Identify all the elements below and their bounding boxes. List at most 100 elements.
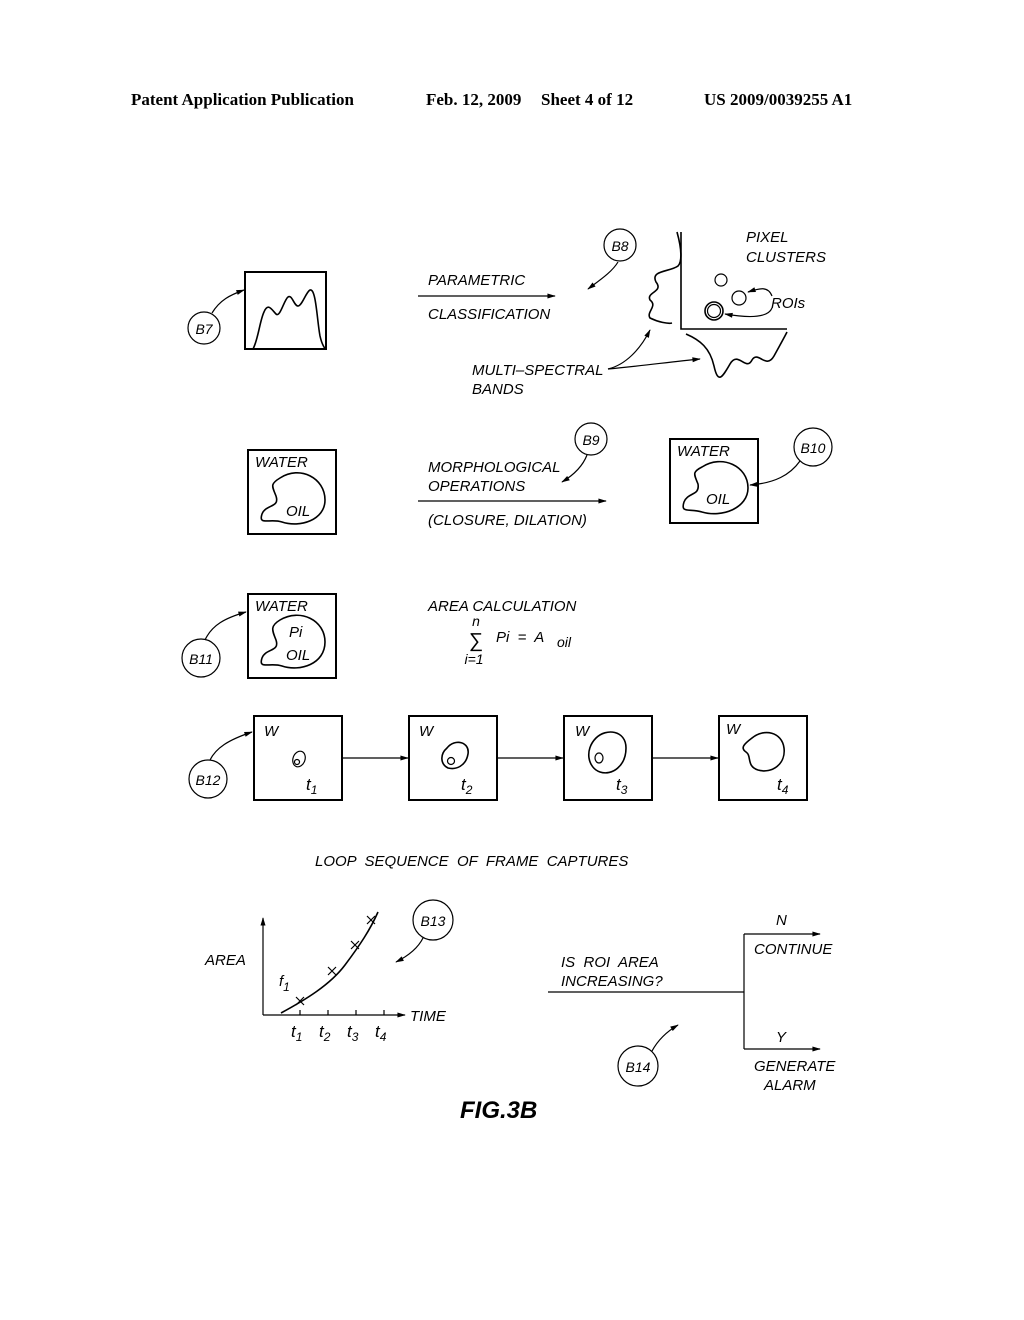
oil-spot-core bbox=[594, 752, 604, 764]
callout-b14: B14 bbox=[626, 1059, 651, 1075]
leader-arrow-b13 bbox=[395, 937, 424, 963]
histogram-curve bbox=[252, 289, 327, 350]
step-b13: AREA TIME f1 t1 t2 t3 t4 B13 bbox=[204, 899, 454, 1044]
rois-label: ROIs bbox=[771, 295, 806, 312]
callout-b11: B11 bbox=[189, 651, 213, 667]
frame-t4: W t4 bbox=[718, 715, 808, 801]
frame-time-label: t3 bbox=[616, 775, 628, 797]
sum-lower-limit: i=1 bbox=[464, 651, 483, 667]
leader-arrow-b14 bbox=[651, 1024, 679, 1052]
classification-label: CLASSIFICATION bbox=[428, 306, 550, 323]
oil-label: OIL bbox=[286, 503, 310, 520]
multispectral-label: MULTI–SPECTRAL bbox=[472, 362, 603, 379]
tick-label-t3: t3 bbox=[347, 1022, 359, 1044]
t-subscript: 3 bbox=[621, 783, 628, 797]
vertical-spectral-band bbox=[648, 231, 682, 325]
x-axis-label: TIME bbox=[410, 1008, 447, 1025]
step-b12: B12 W t1 W t2 W t3 W t4 LOOP SEQUENCE OF… bbox=[188, 715, 808, 870]
summation-symbol: ∑ bbox=[469, 630, 483, 652]
callout-b13: B13 bbox=[421, 913, 446, 929]
figure-label: FIG.3B bbox=[460, 1097, 537, 1124]
frame-t2: W t2 bbox=[408, 715, 498, 801]
band-arrow-vertical bbox=[607, 329, 651, 370]
yes-label: Y bbox=[776, 1029, 787, 1046]
curve-label: f1 bbox=[279, 973, 290, 994]
sample-marker bbox=[327, 966, 337, 976]
callout-b9: B9 bbox=[582, 432, 599, 448]
leader-arrow-b9 bbox=[561, 454, 588, 483]
frame-time-label: t2 bbox=[461, 775, 473, 797]
frame-t3: W t3 bbox=[563, 715, 653, 801]
frame-time-label: t4 bbox=[777, 775, 789, 797]
leader-arrow-b7 bbox=[211, 289, 245, 314]
parametric-label: PARAMETRIC bbox=[428, 272, 525, 289]
water-label-processed: WATER bbox=[677, 443, 730, 460]
pixel-label: PIXEL bbox=[746, 229, 789, 246]
t-subscript: 1 bbox=[296, 1030, 303, 1044]
step-b9: WATER OIL B9 MORPHOLOGICAL OPERATIONS (C… bbox=[247, 422, 608, 535]
step-b14: IS ROI AREA INCREASING? N CONTINUE Y GEN… bbox=[548, 912, 836, 1094]
clusters-label: CLUSTERS bbox=[746, 249, 826, 266]
water-label-area: WATER bbox=[255, 598, 308, 615]
oil-spot-core bbox=[446, 756, 456, 766]
sum-upper-limit: n bbox=[472, 613, 480, 629]
callout-b7: B7 bbox=[195, 321, 213, 337]
t-subscript: 2 bbox=[323, 1030, 331, 1044]
step-b10: WATER OIL B10 bbox=[669, 427, 833, 524]
continue-label: CONTINUE bbox=[754, 941, 833, 958]
t-subscript: 4 bbox=[380, 1030, 387, 1044]
step-b7: B7 PARAMETRIC CLASSIFICATION bbox=[187, 271, 556, 350]
oil-spot bbox=[742, 731, 785, 772]
frame-water-label: W bbox=[264, 723, 280, 740]
oil-label-area: OIL bbox=[286, 647, 310, 664]
tick-label-t2: t2 bbox=[319, 1022, 331, 1044]
tick-label-t1: t1 bbox=[291, 1022, 302, 1044]
t-subscript: 4 bbox=[782, 783, 789, 797]
frame-water-label: W bbox=[419, 723, 435, 740]
operations-label: OPERATIONS bbox=[428, 478, 525, 495]
water-label: WATER bbox=[255, 454, 308, 471]
formula-rhs: Pi = A bbox=[496, 629, 544, 646]
y-axis-label: AREA bbox=[204, 952, 246, 969]
leader-arrow-b11 bbox=[204, 611, 247, 641]
closure-dilation-label: (CLOSURE, DILATION) bbox=[428, 512, 587, 529]
no-label: N bbox=[776, 912, 787, 929]
scatter-axes bbox=[680, 232, 787, 330]
question-line-1: IS ROI AREA bbox=[561, 954, 659, 971]
area-growth-curve bbox=[280, 911, 379, 1014]
roi-arrow-1 bbox=[747, 287, 773, 297]
t-subscript: 2 bbox=[465, 783, 473, 797]
question-line-2: INCREASING? bbox=[561, 973, 663, 990]
formula-subscript: oil bbox=[557, 634, 572, 650]
frame-t1: W t1 bbox=[253, 715, 343, 801]
oil-spot bbox=[292, 750, 306, 768]
callout-b10: B10 bbox=[801, 440, 826, 456]
figure-3b: B7 PARAMETRIC CLASSIFICATION B8 PIXEL CL… bbox=[181, 228, 836, 1124]
roi-arrow-2 bbox=[724, 307, 773, 318]
pi-label: Pi bbox=[289, 624, 303, 641]
callout-b12: B12 bbox=[196, 772, 221, 788]
sample-markers bbox=[295, 915, 376, 1006]
loop-sequence-caption: LOOP SEQUENCE OF FRAME CAPTURES bbox=[315, 853, 628, 870]
t-subscript: 3 bbox=[352, 1030, 359, 1044]
oil-spot-core bbox=[293, 758, 301, 766]
frame-water-label: W bbox=[726, 721, 742, 738]
tick-label-t4: t4 bbox=[375, 1022, 387, 1044]
alarm-label: ALARM bbox=[763, 1077, 816, 1094]
step-b11: B11 WATER Pi OIL AREA CALCULATION n ∑ i=… bbox=[181, 593, 577, 679]
sample-marker bbox=[350, 940, 360, 950]
generate-label: GENERATE bbox=[754, 1058, 836, 1075]
callout-b8: B8 bbox=[611, 238, 628, 254]
bands-label: BANDS bbox=[472, 381, 524, 398]
pixel-cluster bbox=[714, 273, 728, 287]
area-calculation-title: AREA CALCULATION bbox=[427, 598, 577, 615]
horizontal-spectral-band bbox=[685, 331, 788, 378]
oil-label-processed: OIL bbox=[706, 491, 730, 508]
t-subscript: 1 bbox=[311, 783, 318, 797]
oil-spot bbox=[588, 731, 627, 774]
f-subscript: 1 bbox=[283, 980, 290, 994]
pixel-cluster-roi bbox=[731, 290, 747, 306]
leader-arrow-b12 bbox=[209, 731, 253, 761]
oil-spot bbox=[441, 741, 469, 770]
pixel-cluster-roi-inner bbox=[706, 303, 722, 319]
